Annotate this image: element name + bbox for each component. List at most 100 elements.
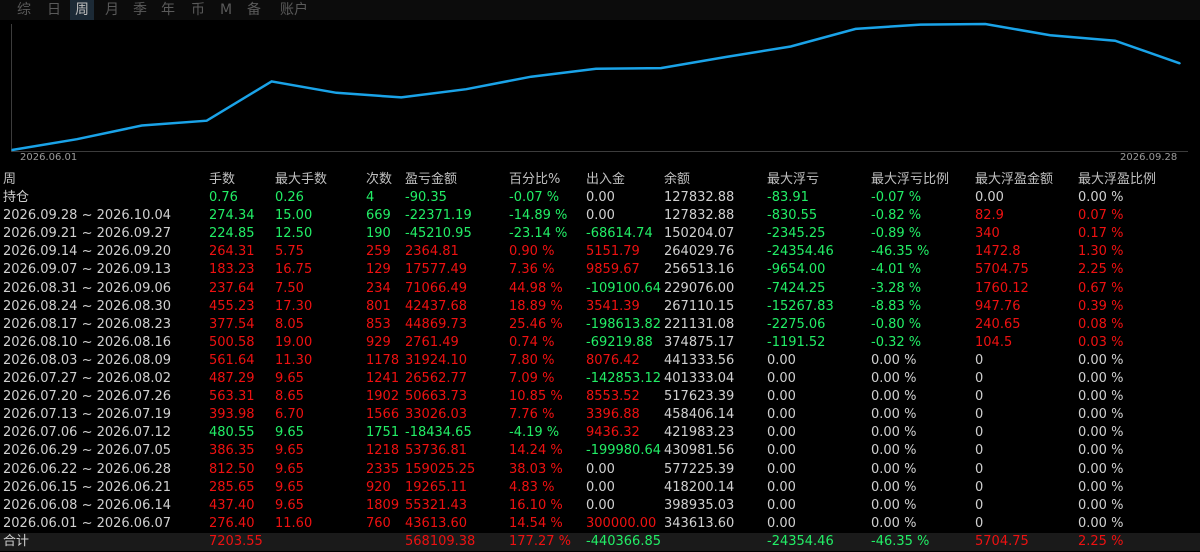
cell-max-lots: 9.65	[275, 425, 304, 441]
cell-max-floating-loss-ratio: 0.00 %	[871, 407, 917, 423]
cell-max-floating-loss-ratio: -4.01 %	[871, 262, 922, 278]
table-row[interactable]: 2026.09.07 ~ 2026.09.13 183.23 16.75 129 175…	[0, 261, 1200, 279]
balance-point	[854, 28, 857, 30]
cell-percent: 百分比%	[509, 172, 561, 187]
balance-point	[270, 80, 273, 83]
cell-deposit-withdrawal: -69219.88	[586, 334, 653, 350]
table-row[interactable]: 2026.08.10 ~ 2026.08.16 500.58 19.00 929 276…	[0, 334, 1200, 352]
cell-max-floating-loss: 0.00	[767, 371, 796, 387]
balance-curve-svg	[11, 22, 1188, 152]
cell-max-floating-loss-ratio: 最大浮亏比例	[871, 172, 950, 187]
cell-percent: 7.80 %	[509, 352, 555, 368]
table-row[interactable]: 2026.08.17 ~ 2026.08.23 377.54 8.05 853 4486…	[0, 316, 1200, 334]
cell-percent: 7.76 %	[509, 407, 555, 423]
cell-trade-count: 129	[366, 262, 391, 278]
tab-notes[interactable]: 备	[242, 0, 266, 20]
cell-lots: 487.29	[209, 371, 255, 387]
cell-balance: 150204.07	[664, 226, 735, 242]
cell-lots: 224.85	[209, 226, 255, 242]
cell-period: 持仓	[3, 190, 30, 206]
period-tab-bar: 综 日 周 月 季 年 币 M 备 账户	[0, 0, 1200, 20]
cell-trade-count: 2335	[366, 461, 400, 477]
table-row[interactable]: 2026.07.06 ~ 2026.07.12 480.55 9.65 1751 -18…	[0, 424, 1200, 442]
table-row[interactable]: 2026.07.20 ~ 2026.07.26 563.31 8.65 1902 506…	[0, 388, 1200, 406]
cell-max-floating-loss: 0.00	[767, 497, 796, 513]
tab-weekly[interactable]: 周	[70, 0, 94, 20]
cell-max-floating-profit: 0	[975, 389, 984, 405]
cell-max-floating-profit: 0	[975, 497, 984, 513]
cell-max-lots: 0.26	[275, 190, 304, 206]
cell-balance: 343613.60	[664, 515, 735, 531]
cell-max-floating-loss-ratio: -0.80 %	[871, 316, 922, 332]
table-row[interactable]: 2026.09.14 ~ 2026.09.20 264.31 5.75 259 2364…	[0, 243, 1200, 261]
cell-period: 2026.07.20 ~ 2026.07.26	[3, 389, 172, 405]
cell-max-lots: 17.30	[275, 298, 313, 314]
tab-account[interactable]: 账户	[274, 0, 314, 20]
tab-quarterly[interactable]: 季	[128, 0, 152, 20]
cell-period: 2026.08.24 ~ 2026.08.30	[3, 298, 172, 314]
cell-percent: 177.27 %	[509, 533, 571, 549]
cell-profit-loss: -22371.19	[405, 208, 472, 224]
table-row[interactable]: 2026.07.27 ~ 2026.08.02 487.29 9.65 1241 265…	[0, 370, 1200, 388]
cell-max-lots: 9.65	[275, 497, 304, 513]
table-row[interactable]: 2026.06.08 ~ 2026.06.14 437.40 9.65 1809 553…	[0, 497, 1200, 515]
tab-daily[interactable]: 日	[42, 0, 66, 20]
table-row[interactable]: 2026.06.22 ~ 2026.06.28 812.50 9.65 2335 159…	[0, 461, 1200, 479]
weekly-stats-table: 周 手数 最大手数 次数 盈亏金额 百分比% 出入金 余额 最大浮亏 最大浮亏比例 最大浮盈金额 最大…	[0, 171, 1200, 551]
cell-period: 2026.08.03 ~ 2026.08.09	[3, 352, 172, 368]
cell-max-floating-profit: 0	[975, 371, 984, 387]
table-row[interactable]: 2026.08.31 ~ 2026.09.06 237.64 7.50 234 7106…	[0, 280, 1200, 298]
balance-point	[789, 45, 792, 48]
cell-profit-loss: -45210.95	[405, 226, 472, 242]
table-row[interactable]: 2026.09.28 ~ 2026.10.04 274.34 15.00 669 -22…	[0, 207, 1200, 225]
cell-profit-loss: 31924.10	[405, 352, 468, 368]
cell-max-floating-profit-ratio: 0.08 %	[1078, 316, 1124, 332]
cell-max-floating-loss: 最大浮亏	[767, 172, 820, 187]
table-row[interactable]: 2026.06.01 ~ 2026.06.07 276.40 11.60 760 436…	[0, 515, 1200, 533]
cell-deposit-withdrawal: 0.00	[586, 190, 615, 206]
cell-deposit-withdrawal: 9859.67	[586, 262, 640, 278]
cell-trade-count: 次数	[366, 172, 393, 187]
tab-monthly[interactable]: 月	[100, 0, 124, 20]
cell-profit-loss: 17577.49	[405, 262, 468, 278]
table-row[interactable]: 2026.08.24 ~ 2026.08.30 455.23 17.30 801 424…	[0, 298, 1200, 316]
cell-trade-count: 929	[366, 334, 391, 350]
table-header-row[interactable]: 周 手数 最大手数 次数 盈亏金额 百分比% 出入金 余额 最大浮亏 最大浮亏比例 最大浮盈金额 最大…	[0, 171, 1200, 189]
cell-balance: 127832.88	[664, 190, 735, 206]
cell-balance: 264029.76	[664, 244, 735, 260]
tab-currency[interactable]: 币	[186, 0, 210, 20]
cell-deposit-withdrawal: 0.00	[586, 461, 615, 477]
table-row[interactable]: 2026.06.29 ~ 2026.07.05 386.35 9.65 1218 537…	[0, 442, 1200, 460]
cell-max-floating-loss-ratio: 0.00 %	[871, 515, 917, 531]
cell-max-floating-profit-ratio: 1.30 %	[1078, 244, 1124, 260]
cell-percent: 44.98 %	[509, 280, 563, 296]
cell-max-floating-loss-ratio: -8.83 %	[871, 298, 922, 314]
table-row[interactable]: 2026.07.13 ~ 2026.07.19 393.98 6.70 1566 330…	[0, 406, 1200, 424]
table-row[interactable]: 2026.09.21 ~ 2026.09.27 224.85 12.50 190 -45…	[0, 225, 1200, 243]
cell-deposit-withdrawal: -199980.64	[586, 443, 661, 459]
cell-max-floating-profit-ratio: 0.39 %	[1078, 298, 1124, 314]
cell-max-lots: 9.65	[275, 371, 304, 387]
cell-trade-count: 1178	[366, 352, 400, 368]
table-row[interactable]: 2026.08.03 ~ 2026.08.09 561.64 11.30 1178 31…	[0, 352, 1200, 370]
cell-lots: 437.40	[209, 497, 255, 513]
table-row[interactable]: 2026.06.15 ~ 2026.06.21 285.65 9.65 920 1926…	[0, 479, 1200, 497]
table-row[interactable]: 持仓 0.76 0.26 4 -90.35 -0.07 % 0.00 127832.88 -83…	[0, 189, 1200, 207]
cell-deposit-withdrawal: 3396.88	[586, 407, 640, 423]
cell-deposit-withdrawal: 8553.52	[586, 389, 640, 405]
cell-profit-loss: 19265.11	[405, 479, 468, 495]
tab-yearly[interactable]: 年	[156, 0, 180, 20]
cell-max-floating-profit-ratio: 0.03 %	[1078, 334, 1124, 350]
tab-m[interactable]: M	[214, 0, 238, 20]
table-total-row[interactable]: 合计 7203.55 568109.38 177.27 % -440366.85 -243…	[0, 532, 1200, 551]
cell-balance: 374875.17	[664, 334, 735, 350]
cell-max-floating-loss: 0.00	[767, 515, 796, 531]
cell-lots: 393.98	[209, 407, 255, 423]
cell-max-floating-loss-ratio: 0.00 %	[871, 425, 917, 441]
cell-max-floating-loss: -24354.46	[767, 244, 834, 260]
cell-lots: 563.31	[209, 389, 255, 405]
tab-summary[interactable]: 综	[12, 0, 36, 20]
cell-max-floating-loss: -830.55	[767, 208, 818, 224]
cell-max-floating-profit: 0	[975, 479, 984, 495]
cell-profit-loss: -90.35	[405, 190, 447, 206]
